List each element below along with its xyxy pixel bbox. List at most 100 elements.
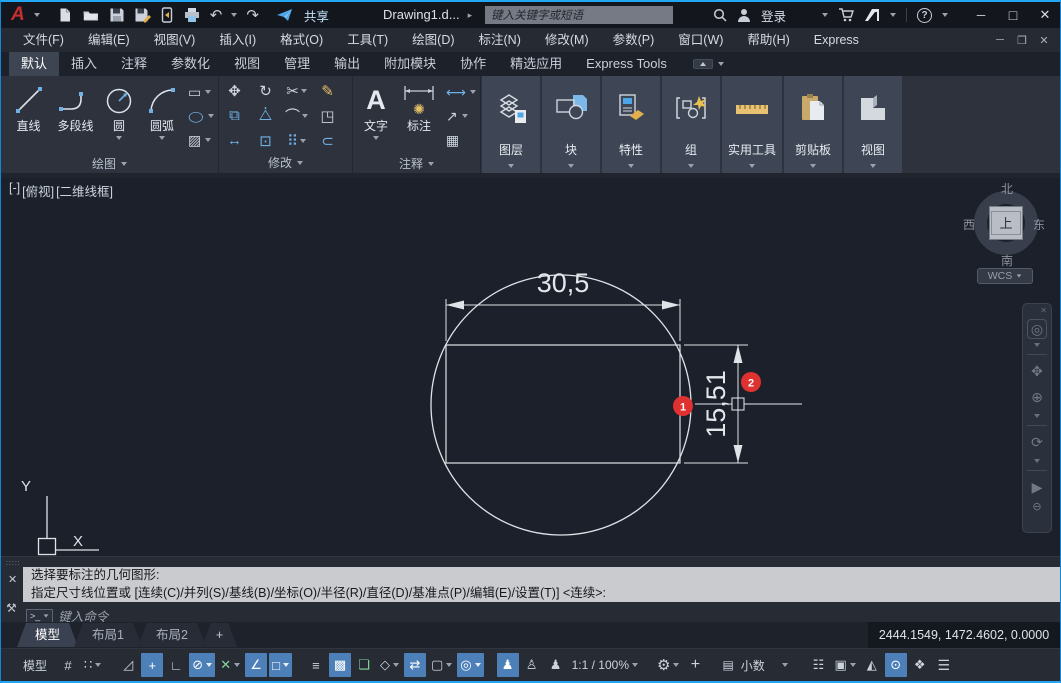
annotation-scale-value[interactable]: 1:1 / 100% bbox=[569, 653, 641, 677]
scale-dropdown-icon[interactable] bbox=[631, 663, 638, 667]
ribbon-tab-collaborate[interactable]: 协作 bbox=[448, 52, 498, 76]
layout-tab-model[interactable]: 模型 bbox=[17, 623, 78, 647]
rectangle-tool-button[interactable]: ▭ bbox=[188, 82, 214, 102]
erase-button[interactable]: ✎ bbox=[321, 82, 334, 100]
menu-dimension[interactable]: 标注(N) bbox=[467, 28, 533, 52]
navbar-minus-icon[interactable]: ⊖ bbox=[1032, 500, 1041, 513]
object-snap-tracking-toggle[interactable]: ∠ bbox=[245, 653, 268, 677]
array-button[interactable]: ⠿ bbox=[287, 132, 306, 150]
doc-close-button[interactable]: ✕ bbox=[1036, 34, 1052, 47]
navbar-zoom-dropdown-icon[interactable] bbox=[1034, 414, 1040, 418]
login-dropdown-icon[interactable] bbox=[822, 13, 828, 17]
selection-cycling-toggle[interactable]: ❏ bbox=[353, 653, 375, 677]
menu-draw[interactable]: 绘图(D) bbox=[400, 28, 466, 52]
isometric-dropdown-icon[interactable] bbox=[234, 663, 241, 667]
stretch-button[interactable]: ↔ bbox=[227, 132, 242, 149]
navigation-wheel-icon[interactable]: ◎ bbox=[1027, 319, 1047, 339]
window-minimize-button[interactable]: ─ bbox=[970, 8, 992, 22]
undo-dropdown-icon[interactable] bbox=[231, 13, 238, 17]
ellipse-dropdown-icon[interactable] bbox=[207, 114, 214, 118]
properties-expand-icon[interactable] bbox=[628, 163, 634, 168]
draw-panel-expand-icon[interactable] bbox=[121, 161, 127, 166]
pan-icon[interactable]: ✥ bbox=[1031, 358, 1043, 384]
annotation-panel-label[interactable]: 注释 bbox=[353, 154, 480, 173]
quick-properties-toggle[interactable]: ☷ bbox=[807, 653, 829, 677]
autodesk-dropdown-icon[interactable] bbox=[890, 13, 896, 17]
hatch-tool-button[interactable]: ▨ bbox=[188, 130, 214, 150]
lineweight-toggle[interactable]: ≡ bbox=[305, 653, 327, 677]
table-button[interactable]: ▦ bbox=[446, 130, 476, 150]
ribbon-tab-addins[interactable]: 附加模块 bbox=[372, 52, 448, 76]
layers-expand-icon[interactable] bbox=[508, 163, 514, 168]
command-grip-handle[interactable]: ::::: bbox=[6, 560, 21, 567]
command-close-icon[interactable]: ✕ bbox=[8, 573, 17, 586]
hatch-dropdown-icon[interactable] bbox=[205, 138, 212, 142]
copy-button[interactable]: ⧉ bbox=[229, 107, 240, 124]
ribbon-tab-home[interactable]: 默认 bbox=[9, 52, 60, 76]
trim-dropdown-icon[interactable] bbox=[300, 88, 307, 93]
command-customize-wrench-icon[interactable]: ⚒ bbox=[6, 601, 17, 615]
view-cube[interactable]: 北 西 东 南 上 WCS bbox=[959, 178, 1055, 288]
orbit-icon[interactable]: ⟳ bbox=[1031, 429, 1043, 455]
doc-restore-button[interactable]: ❐ bbox=[1014, 34, 1030, 47]
menu-express[interactable]: Express bbox=[802, 28, 871, 52]
selection-filter-toggle[interactable]: ▢ bbox=[428, 653, 455, 677]
explode-button[interactable]: ◳ bbox=[320, 107, 334, 125]
title-flyout-icon[interactable]: ▸ bbox=[468, 2, 473, 28]
units-button[interactable]: ▤ 小数 bbox=[719, 653, 805, 677]
rotate-button[interactable]: ↻ bbox=[259, 82, 272, 100]
groups-expand-icon[interactable] bbox=[688, 163, 694, 168]
undo-icon[interactable]: ↶ bbox=[210, 5, 223, 25]
redo-icon[interactable]: ↷ bbox=[246, 5, 259, 25]
polar-tracking-toggle[interactable]: ⊘ bbox=[189, 653, 216, 677]
search-input[interactable]: 键入关键字或短语 bbox=[485, 6, 673, 24]
ribbon-collapse-dropdown-icon[interactable] bbox=[717, 62, 724, 66]
polyline-button[interactable]: 多段线 bbox=[52, 78, 99, 154]
ribbon-tab-insert[interactable]: 插入 bbox=[59, 52, 109, 76]
save-icon[interactable] bbox=[109, 5, 125, 25]
rectangle-dropdown-icon[interactable] bbox=[205, 90, 212, 94]
gizmo-toggle[interactable]: ◎ bbox=[457, 653, 484, 677]
window-close-button[interactable]: ✕ bbox=[1034, 7, 1056, 23]
ribbon-panel-view[interactable]: 视图 bbox=[844, 76, 902, 173]
clean-screen-button[interactable]: ❖ bbox=[909, 653, 931, 677]
ribbon-panel-layers[interactable]: 图层 bbox=[482, 76, 540, 173]
menu-tools[interactable]: 工具(T) bbox=[335, 28, 400, 52]
menu-modify[interactable]: 修改(M) bbox=[533, 28, 601, 52]
menu-format[interactable]: 格式(O) bbox=[268, 28, 335, 52]
plot-mobile-icon[interactable] bbox=[160, 5, 174, 25]
navbar-orbit-dropdown-icon[interactable] bbox=[1034, 459, 1040, 463]
navigation-bar[interactable]: ✕ ◎ ✥ ⊕ ⟳ ▶ ⊖ bbox=[1022, 303, 1052, 533]
open-file-icon[interactable] bbox=[82, 5, 100, 25]
navbar-wheel-dropdown-icon[interactable] bbox=[1034, 343, 1040, 347]
layout-tab-layout1[interactable]: 布局1 bbox=[74, 623, 142, 647]
scale-button[interactable]: ⊡ bbox=[259, 132, 272, 150]
units-dropdown-icon[interactable] bbox=[781, 663, 788, 667]
coordinates-readout[interactable]: 2444.1549, 1472.4602, 0.0000 bbox=[868, 622, 1060, 648]
annotation-visibility-toggle[interactable]: ♟ bbox=[496, 653, 519, 677]
share-label[interactable]: 共享 bbox=[304, 6, 329, 25]
transparency-toggle[interactable]: ▩ bbox=[328, 653, 351, 677]
save-as-icon[interactable] bbox=[134, 5, 151, 25]
utilities-expand-icon[interactable] bbox=[749, 163, 755, 168]
offset-button[interactable]: ⊂ bbox=[321, 132, 334, 150]
3d-object-snap-toggle[interactable]: ◇ bbox=[377, 653, 402, 677]
annotation-scale-button[interactable]: ♟ bbox=[545, 653, 567, 677]
modify-panel-label[interactable]: 修改 bbox=[219, 153, 352, 172]
search-icon[interactable] bbox=[713, 5, 727, 25]
leader-dropdown-icon[interactable] bbox=[461, 114, 468, 118]
ribbon-panel-properties[interactable]: 特性 bbox=[602, 76, 660, 173]
ribbon-panel-clipboard[interactable]: 剪贴板 bbox=[784, 76, 842, 173]
ribbon-panel-groups[interactable]: 组 bbox=[662, 76, 720, 173]
grid-toggle[interactable]: # bbox=[57, 653, 79, 677]
selection-filter-dropdown-icon[interactable] bbox=[446, 663, 453, 667]
annotation-monitor-toggle[interactable]: + bbox=[684, 653, 706, 677]
help-icon[interactable]: ? bbox=[917, 7, 932, 23]
drawn-rectangle[interactable] bbox=[445, 344, 681, 464]
ribbon-collapse-button[interactable] bbox=[692, 59, 713, 69]
viewcube-east-label[interactable]: 东 bbox=[1033, 216, 1045, 233]
command-prompt-icon[interactable]: >_ bbox=[26, 608, 54, 623]
ortho-toggle[interactable]: ∟ bbox=[165, 653, 187, 677]
autocad-app-menu-icon[interactable]: A bbox=[11, 2, 25, 28]
leader-button[interactable]: ↗ bbox=[446, 106, 476, 126]
